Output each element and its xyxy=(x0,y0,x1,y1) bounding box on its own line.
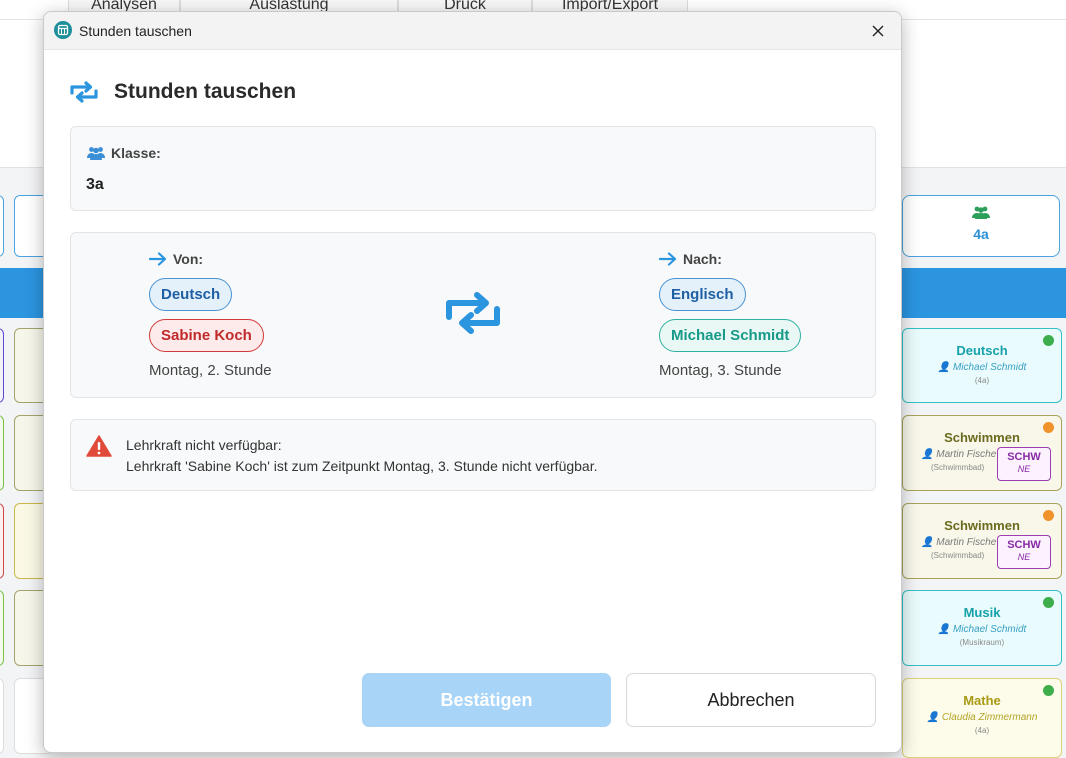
arrow-right-icon xyxy=(659,252,677,266)
cell-room: (4a) xyxy=(974,726,990,735)
arrow-right-icon xyxy=(149,252,167,266)
cell-room: (4a) xyxy=(974,376,990,385)
warning-dot-icon xyxy=(1043,422,1054,433)
group-tag: SCHW NE xyxy=(997,535,1051,569)
class-value: 3a xyxy=(86,176,104,193)
from-slot: Montag, 2. Stunde xyxy=(149,362,272,379)
class-header-label: 4a xyxy=(973,226,989,242)
warning-triangle-icon xyxy=(86,435,112,457)
timetable-cell[interactable]: Schwimmen 👤 Martin Fische (Schwimmbad) S… xyxy=(902,415,1062,491)
cell-subject: Schwimmen xyxy=(944,430,1020,445)
timetable-cell[interactable]: Deutsch 👤 Michael Schmidt (4a) xyxy=(902,328,1062,403)
swap-from: Von: Deutsch Sabine Koch Montag, 2. Stun… xyxy=(149,248,272,379)
cell-subject: Schwimmen xyxy=(944,518,1020,533)
swap-to: Nach: Englisch Michael Schmidt Montag, 3… xyxy=(659,248,802,379)
bg-cell-left xyxy=(0,503,4,579)
from-teacher-badge: Sabine Koch xyxy=(149,319,264,352)
status-dot-icon xyxy=(1043,335,1054,346)
from-label: Von: xyxy=(173,251,204,267)
warning-panel: Lehrkraft nicht verfügbar: Lehrkraft 'Sa… xyxy=(70,419,876,491)
cell-subject: Mathe xyxy=(963,693,1001,708)
warning-title: Lehrkraft nicht verfügbar: xyxy=(126,437,282,453)
cell-teacher: 👤 Michael Schmidt xyxy=(937,362,1027,373)
swap-lessons-dialog: Stunden tauschen Stunden tauschen Klasse… xyxy=(43,11,902,753)
cell-subject: Musik xyxy=(963,605,1001,620)
cancel-button[interactable]: Abbrechen xyxy=(626,673,876,727)
class-header-4a[interactable]: 4a xyxy=(902,195,1060,257)
from-subject-badge: Deutsch xyxy=(149,278,233,311)
dialog-heading: Stunden tauschen xyxy=(68,78,296,106)
cell-teacher: 👤 Claudia Zimmermann xyxy=(926,712,1038,723)
window-titlebar[interactable]: Stunden tauschen xyxy=(44,12,901,50)
cell-room: (Musikraum) xyxy=(959,638,1005,647)
to-slot: Montag, 3. Stunde xyxy=(659,362,782,379)
warning-message: Lehrkraft 'Sabine Koch' ist zum Zeitpunk… xyxy=(126,458,598,474)
bg-class-card-left xyxy=(0,195,4,257)
confirm-button[interactable]: Bestätigen xyxy=(362,673,611,727)
bg-cell-left xyxy=(0,678,4,754)
cell-subject: Deutsch xyxy=(956,343,1008,358)
bg-cell-left xyxy=(0,415,4,491)
class-label: Klasse: xyxy=(111,145,161,161)
timetable-cell[interactable]: Musik 👤 Michael Schmidt (Musikraum) xyxy=(902,590,1062,666)
page-title: Stunden tauschen xyxy=(114,80,297,103)
cell-teacher: 👤 Michael Schmidt xyxy=(937,624,1027,635)
group-tag: SCHW NE xyxy=(997,447,1051,481)
to-label: Nach: xyxy=(683,251,722,267)
bg-cell-left xyxy=(0,328,4,403)
close-button[interactable] xyxy=(855,12,901,50)
timetable-cell[interactable]: Schwimmen 👤 Martin Fische (Schwimmbad) S… xyxy=(902,503,1062,579)
status-dot-icon xyxy=(1043,597,1054,608)
users-icon xyxy=(87,147,105,160)
to-teacher-badge: Michael Schmidt xyxy=(659,319,802,352)
timetable-cell[interactable]: Mathe 👤 Claudia Zimmermann (4a) xyxy=(902,678,1062,758)
warning-dot-icon xyxy=(1043,510,1054,521)
bg-cell-left xyxy=(0,590,4,666)
window-title: Stunden tauschen xyxy=(79,23,192,39)
swap-details-panel: Von: Deutsch Sabine Koch Montag, 2. Stun… xyxy=(70,232,876,398)
status-dot-icon xyxy=(1043,685,1054,696)
users-icon xyxy=(903,206,1059,222)
swap-arrows-icon xyxy=(443,291,505,340)
app-icon xyxy=(54,21,72,39)
swap-icon xyxy=(70,81,98,103)
class-info-panel: Klasse: 3a xyxy=(70,126,876,211)
to-subject-badge: Englisch xyxy=(659,278,746,311)
close-icon xyxy=(872,25,884,37)
